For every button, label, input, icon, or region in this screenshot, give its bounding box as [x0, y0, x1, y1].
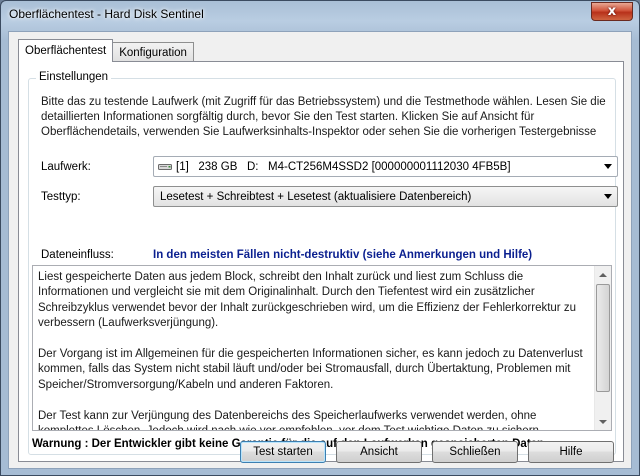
intro-text: Bitte das zu testende Laufwerk (mit Zugr… [41, 96, 606, 138]
description-paragraph: Der Test kann zur Verjüngung des Datenbe… [38, 409, 542, 430]
settings-group-label: Einstellungen [36, 71, 112, 83]
chevron-down-icon [604, 164, 612, 169]
close-icon: x [607, 4, 617, 19]
drive-label: Laufwerk: [41, 161, 91, 173]
data-impact-label: Dateneinfluss: [41, 249, 114, 261]
settings-group: Einstellungen Bitte das zu testende Lauf… [28, 71, 618, 455]
tab-surface-test[interactable]: Oberflächentest [18, 39, 114, 62]
data-impact-value: In den meisten Fällen nicht-destruktiv (… [153, 249, 533, 261]
title-bar[interactable]: Oberflächentest - Hard Disk Sentinel x [1, 1, 639, 27]
description-paragraph: Liest gespeicherte Daten aus jedem Block… [38, 271, 576, 330]
view-button[interactable]: Ansicht [336, 441, 422, 463]
scroll-down-icon [599, 419, 607, 424]
close-button[interactable]: Schließen [432, 441, 518, 463]
test-type-select-value: Lesetest + Schreibtest + Lesetest (aktua… [160, 190, 472, 203]
tab-strip: Oberflächentest Konfiguration [18, 39, 194, 62]
drive-icon [158, 164, 172, 170]
scroll-up-button[interactable] [595, 266, 611, 283]
help-button[interactable]: Hilfe [528, 441, 614, 463]
window-title: Oberflächentest - Hard Disk Sentinel [9, 7, 204, 21]
client-area: Oberflächentest Konfiguration Einstellun… [8, 31, 632, 469]
tab-label: Oberflächentest [25, 45, 107, 57]
tab-configuration[interactable]: Konfiguration [112, 42, 194, 62]
description-box[interactable]: Liest gespeicherte Daten aus jedem Block… [32, 265, 612, 431]
drive-select-value: [1] 238 GB D: M4-CT256M4SSD2 [0000000011… [176, 160, 511, 173]
dialog-buttons: Test starten Ansicht Schließen Hilfe [240, 441, 614, 463]
test-type-label: Testtyp: [41, 191, 81, 203]
description-text: Liest gespeicherte Daten aus jedem Block… [38, 270, 593, 430]
drive-select[interactable]: [1] 238 GB D: M4-CT256M4SSD2 [0000000011… [153, 156, 618, 177]
tab-label: Konfiguration [119, 46, 187, 59]
scroll-up-icon [599, 272, 607, 277]
app-window: Oberflächentest - Hard Disk Sentinel x O… [0, 0, 640, 476]
tab-panel: Einstellungen Bitte das zu testende Lauf… [18, 61, 624, 462]
scroll-thumb[interactable] [596, 284, 610, 392]
description-scrollbar[interactable] [594, 266, 611, 430]
window-close-button[interactable]: x [591, 2, 633, 21]
chevron-down-icon [604, 194, 612, 199]
description-paragraph: Der Vorgang ist im Allgemeinen für die g… [38, 348, 583, 391]
test-type-select[interactable]: Lesetest + Schreibtest + Lesetest (aktua… [153, 186, 618, 207]
scroll-down-button[interactable] [595, 413, 611, 430]
start-test-button[interactable]: Test starten [240, 441, 326, 463]
